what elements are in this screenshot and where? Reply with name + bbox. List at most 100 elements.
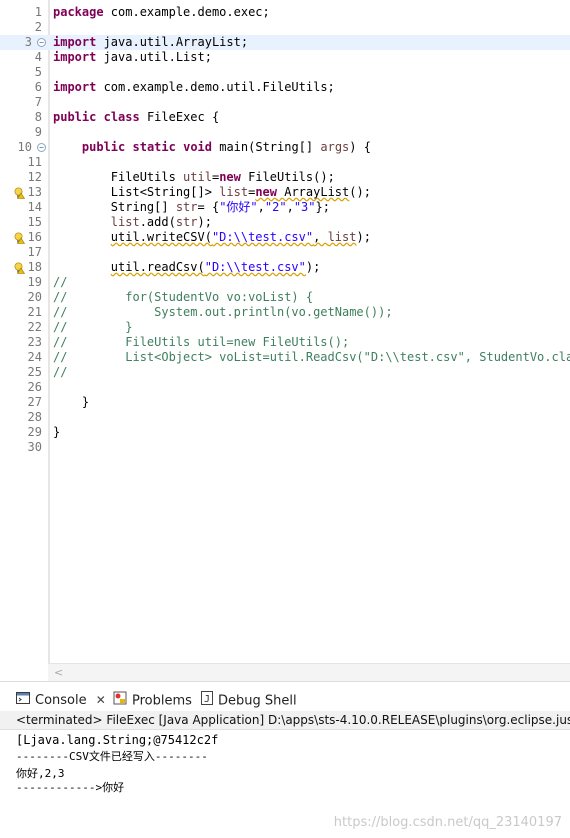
line-number: 23: [27, 335, 42, 349]
code-line[interactable]: 2: [0, 20, 570, 35]
code-token: list: [219, 185, 249, 199]
line-number: 19: [27, 275, 42, 289]
code-text[interactable]: }: [53, 425, 60, 440]
code-line[interactable]: 5: [0, 65, 570, 80]
code-text[interactable]: }: [53, 395, 89, 410]
code-line[interactable]: 30: [0, 440, 570, 455]
code-token: void: [183, 140, 212, 154]
console-view-tabbar: Console ✕ Problems J Debug Shell: [0, 688, 570, 712]
code-token: util: [183, 170, 212, 184]
code-text[interactable]: public class FileExec {: [53, 110, 219, 125]
code-token: class: [103, 110, 140, 124]
code-text[interactable]: public static void main(String[] args) {: [53, 140, 371, 155]
console-status: <terminated> FileExec [Java Application]…: [0, 711, 570, 730]
line-number: 21: [27, 305, 42, 319]
code-token: ,: [257, 200, 265, 214]
code-token: list: [327, 230, 357, 244]
code-line[interactable]: 25 //: [0, 365, 570, 380]
code-token: "2": [264, 200, 287, 214]
code-line[interactable]: 11: [0, 155, 570, 170]
code-text[interactable]: list.add(str);: [53, 215, 212, 230]
code-token: .add(: [139, 215, 176, 229]
code-line[interactable]: 23 // FileUtils util=new FileUtils();: [0, 335, 570, 350]
code-text[interactable]: List<String[]> list=new ArrayList();: [53, 185, 371, 200]
code-line[interactable]: 24 // List<Object> voList=util.ReadCsv("D…: [0, 350, 570, 365]
code-line[interactable]: 1 package com.example.demo.exec;: [0, 5, 570, 20]
fold-toggle-icon[interactable]: −: [37, 38, 46, 47]
code-line[interactable]: 27 }: [0, 395, 570, 410]
code-line[interactable]: 17: [0, 245, 570, 260]
line-number: 17: [27, 245, 42, 259]
code-line[interactable]: 8 public class FileExec {: [0, 110, 570, 125]
code-line[interactable]: 20 // for(StudentVo vo:voList) {: [0, 290, 570, 305]
code-token: ) {: [349, 140, 371, 154]
code-token: com.example.demo.exec;: [103, 5, 270, 19]
code-line[interactable]: 14 String[] str= {"你好","2","3"};: [0, 200, 570, 215]
code-text[interactable]: //: [53, 275, 67, 290]
problems-icon: [113, 691, 127, 711]
code-text[interactable]: //: [53, 365, 67, 380]
code-line[interactable]: 22 // }: [0, 320, 570, 335]
code-text[interactable]: import java.util.List;: [53, 50, 212, 65]
tab-debug-shell[interactable]: J Debug Shell: [201, 691, 297, 709]
code-token: // System.out.println(vo.getName());: [53, 305, 393, 319]
code-text[interactable]: util.writeCSV("D:\\test.csv", list);: [53, 230, 371, 245]
horizontal-scrollbar[interactable]: <: [48, 663, 570, 681]
debug-shell-icon: J: [201, 691, 213, 711]
code-line[interactable]: 3− import java.util.ArrayList;: [0, 35, 570, 50]
code-line[interactable]: 26: [0, 380, 570, 395]
line-number: 16: [27, 230, 42, 244]
code-token: "3": [293, 200, 316, 214]
code-line[interactable]: 12 FileUtils util=new FileUtils();: [0, 170, 570, 185]
scroll-left-icon[interactable]: <: [54, 666, 63, 679]
code-text[interactable]: String[] str= {"你好","2","3"};: [53, 200, 330, 215]
line-number: 1: [34, 5, 42, 19]
code-token: args: [320, 140, 350, 154]
code-text[interactable]: util.readCsv("D:\\test.csv");: [53, 260, 321, 275]
code-token: //: [53, 275, 68, 289]
code-token: // for(StudentVo vo:voList) {: [53, 290, 314, 304]
code-text[interactable]: import com.example.demo.util.FileUtils;: [53, 80, 335, 95]
code-token: import: [53, 35, 97, 49]
code-text[interactable]: import java.util.ArrayList;: [53, 35, 248, 50]
code-line[interactable]: 13 List<String[]> list=new ArrayList();: [0, 185, 570, 200]
code-line[interactable]: 29}: [0, 425, 570, 440]
code-line[interactable]: 9: [0, 125, 570, 140]
code-line[interactable]: 6 import com.example.demo.util.FileUtils;: [0, 80, 570, 95]
line-number: 24: [27, 350, 42, 364]
code-token: = {: [197, 200, 220, 214]
code-line[interactable]: 21 // System.out.println(vo.getName());: [0, 305, 570, 320]
code-token: String[]: [53, 200, 176, 214]
code-line[interactable]: 7: [0, 95, 570, 110]
line-number: 14: [27, 200, 42, 214]
tab-problems[interactable]: Problems: [113, 691, 192, 709]
code-token: java.util.ArrayList;: [96, 35, 249, 49]
line-number: 29: [27, 425, 42, 439]
code-line[interactable]: 16 util.writeCSV("D:\\test.csv", list);: [0, 230, 570, 245]
code-token: );: [305, 260, 321, 274]
code-token: java.util.List;: [96, 50, 212, 64]
tab-console[interactable]: Console ✕: [16, 691, 106, 709]
code-token: str: [175, 215, 198, 229]
code-line[interactable]: 15 list.add(str);: [0, 215, 570, 230]
code-text[interactable]: // FileUtils util=new FileUtils();: [53, 335, 349, 350]
close-icon[interactable]: ✕: [96, 693, 106, 707]
code-text[interactable]: package com.example.demo.exec;: [53, 5, 270, 20]
code-text[interactable]: // List<Object> voList=util.ReadCsv("D:\…: [53, 350, 570, 365]
code-text[interactable]: // }: [53, 320, 132, 335]
code-editor[interactable]: 1 package com.example.demo.exec; 2 3− import…: [0, 0, 570, 663]
code-text[interactable]: FileUtils util=new FileUtils();: [53, 170, 335, 185]
code-line[interactable]: 10− public static void main(String[] arg…: [0, 140, 570, 155]
fold-toggle-icon[interactable]: −: [37, 143, 46, 152]
line-number: 11: [27, 155, 42, 169]
code-line[interactable]: 4 import java.util.List;: [0, 50, 570, 65]
code-line[interactable]: 19 //: [0, 275, 570, 290]
line-number: 27: [27, 395, 42, 409]
code-line[interactable]: 18 util.readCsv("D:\\test.csv");: [0, 260, 570, 275]
code-text[interactable]: // for(StudentVo vo:voList) {: [53, 290, 313, 305]
code-text[interactable]: // System.out.println(vo.getName());: [53, 305, 393, 320]
code-line[interactable]: 28: [0, 410, 570, 425]
